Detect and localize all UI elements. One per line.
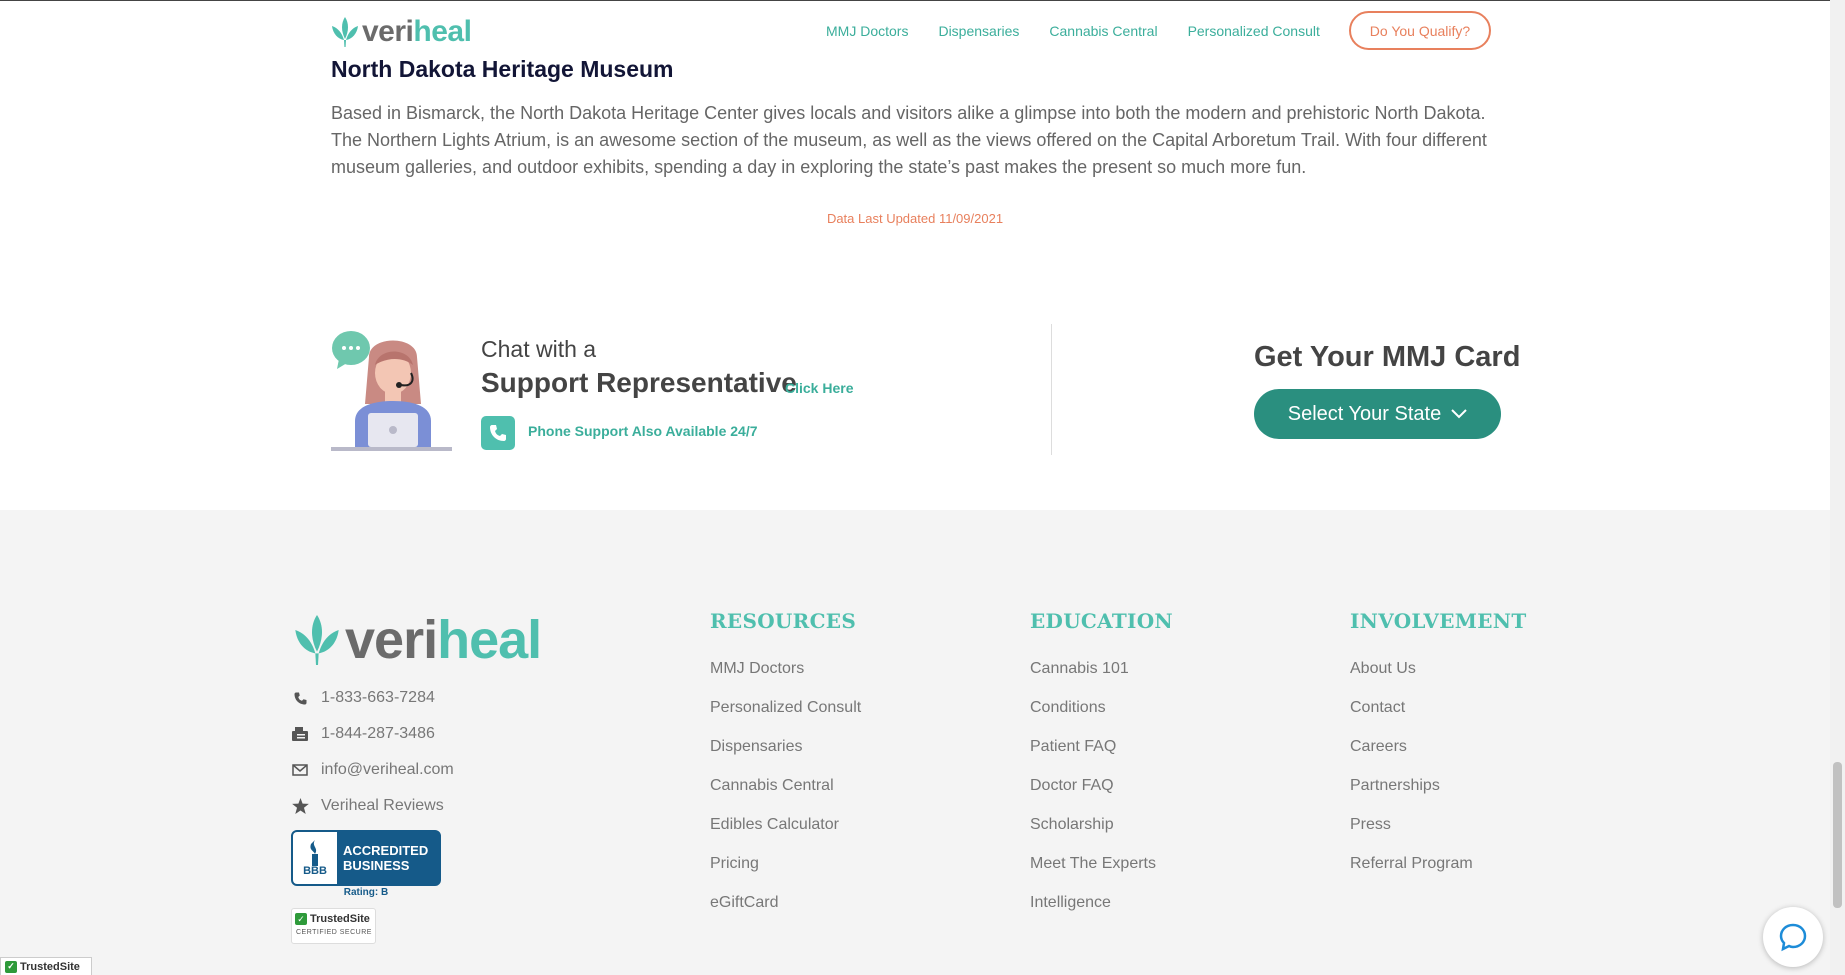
footer-link[interactable]: Doctor FAQ [1030, 776, 1156, 815]
select-state-button[interactable]: Select Your State [1254, 389, 1501, 439]
bbb-line-1: ACCREDITED [343, 843, 429, 858]
logo-text-heal: heal [437, 610, 542, 670]
footer-fax[interactable]: 1-844-287-3486 [291, 725, 435, 743]
phone-support-text[interactable]: Phone Support Also Available 24/7 [528, 423, 758, 439]
footer-link[interactable]: Careers [1350, 737, 1473, 776]
select-state-label: Select Your State [1287, 402, 1442, 425]
footer-logo[interactable]: veriheal [291, 609, 542, 671]
section-divider [1051, 324, 1052, 455]
involvement-list: About Us Contact Careers Partnerships Pr… [1350, 659, 1473, 893]
bbb-logo-text: BBB [303, 864, 327, 877]
logo-text-veri: veri [345, 610, 438, 670]
involvement-title: INVOLVEMENT [1350, 609, 1527, 633]
footer-link[interactable]: Conditions [1030, 698, 1156, 737]
chat-line-2: Support Representative [481, 367, 797, 398]
fax-icon [291, 726, 309, 742]
logo-text-veri: veri [362, 15, 414, 48]
checkmark-icon: ✓ [5, 960, 17, 973]
nav-cannabis-central[interactable]: Cannabis Central [1049, 22, 1157, 40]
checkmark-icon: ✓ [295, 913, 307, 925]
section-heading: North Dakota Heritage Museum [331, 56, 674, 82]
footer-link[interactable]: Pricing [710, 854, 861, 893]
do-you-qualify-button[interactable]: Do You Qualify? [1349, 11, 1491, 50]
footer-link[interactable]: Dispensaries [710, 737, 861, 776]
torch-icon [310, 839, 318, 866]
trustedsite-badge[interactable]: ✓ TrustedSite CERTIFIED SECURE [291, 908, 376, 944]
footer-link[interactable]: Personalized Consult [710, 698, 861, 737]
footer-reviews-text: Veriheal Reviews [321, 797, 444, 814]
footer-link[interactable]: Partnerships [1350, 776, 1473, 815]
education-title: EDUCATION [1030, 609, 1174, 633]
bbb-accredited-badge[interactable]: BBB ACCREDITED BUSINESS [291, 830, 441, 886]
footer-link[interactable]: About Us [1350, 659, 1473, 698]
footer-phone[interactable]: 1-833-663-7284 [291, 689, 435, 707]
resources-list: MMJ Doctors Personalized Consult Dispens… [710, 659, 861, 932]
data-updated-text: Data Last Updated 11/09/2021 [826, 211, 1004, 226]
nav-mmj-doctors[interactable]: MMJ Doctors [826, 22, 908, 40]
footer-link[interactable]: Patient FAQ [1030, 737, 1156, 776]
phone-support-icon [481, 416, 515, 450]
bbb-line-2: BUSINESS [343, 858, 410, 873]
footer-email[interactable]: info@veriheal.com [291, 761, 454, 779]
leaf-logo-icon [332, 17, 358, 47]
footer-phone-text: 1-833-663-7284 [321, 689, 435, 706]
footer [0, 510, 1830, 975]
mmj-card-title: Get Your MMJ Card [1254, 341, 1521, 373]
chevron-down-icon [1451, 409, 1467, 419]
footer-link[interactable]: Referral Program [1350, 854, 1473, 893]
page: veriheal MMJ Doctors Dispensaries Cannab… [0, 0, 1845, 975]
star-icon [291, 798, 309, 814]
click-here-link[interactable]: Click Here [785, 380, 853, 396]
footer-email-text: info@veriheal.com [321, 761, 454, 778]
footer-link[interactable]: Contact [1350, 698, 1473, 737]
logo-text-heal: heal [413, 15, 472, 48]
scrollbar-thumb[interactable] [1833, 762, 1842, 908]
footer-link[interactable]: Cannabis Central [710, 776, 861, 815]
footer-fax-text: 1-844-287-3486 [321, 725, 435, 742]
resources-title: RESOURCES [710, 609, 857, 633]
support-agent-illustration [331, 331, 452, 451]
top-border [0, 0, 1830, 1]
footer-link[interactable]: Intelligence [1030, 893, 1156, 932]
trustedsite-corner-text: TrustedSite [20, 960, 80, 973]
bbb-logo: BBB [293, 832, 337, 884]
leaf-logo-icon [295, 615, 339, 665]
trustedsite-name: TrustedSite [310, 913, 370, 925]
header-logo[interactable]: veriheal [331, 15, 472, 49]
education-list: Cannabis 101 Conditions Patient FAQ Doct… [1030, 659, 1156, 932]
trustedsite-corner-badge[interactable]: ✓ TrustedSite [0, 957, 92, 975]
chat-line-1: Chat with a [481, 336, 597, 362]
phone-icon [490, 425, 506, 441]
footer-reviews[interactable]: Veriheal Reviews [291, 797, 444, 815]
footer-link[interactable]: MMJ Doctors [710, 659, 861, 698]
footer-link[interactable]: Cannabis 101 [1030, 659, 1156, 698]
chat-widget-button[interactable] [1763, 907, 1823, 967]
trustedsite-sub: CERTIFIED SECURE [296, 929, 372, 936]
bbb-rating: Rating: B [343, 887, 389, 898]
chat-bubble-icon [1779, 923, 1807, 952]
footer-link[interactable]: eGiftCard [710, 893, 861, 932]
footer-link[interactable]: Edibles Calculator [710, 815, 861, 854]
footer-link[interactable]: Meet The Experts [1030, 854, 1156, 893]
nav-personalized-consult[interactable]: Personalized Consult [1188, 22, 1320, 40]
footer-link[interactable]: Scholarship [1030, 815, 1156, 854]
footer-link[interactable]: Press [1350, 815, 1473, 854]
envelope-icon [291, 764, 309, 776]
main-nav: MMJ Doctors Dispensaries Cannabis Centra… [826, 22, 1350, 40]
phone-icon [291, 691, 309, 706]
nav-dispensaries[interactable]: Dispensaries [938, 22, 1019, 40]
section-paragraph: Based in Bismarck, the North Dakota Heri… [331, 103, 1487, 177]
